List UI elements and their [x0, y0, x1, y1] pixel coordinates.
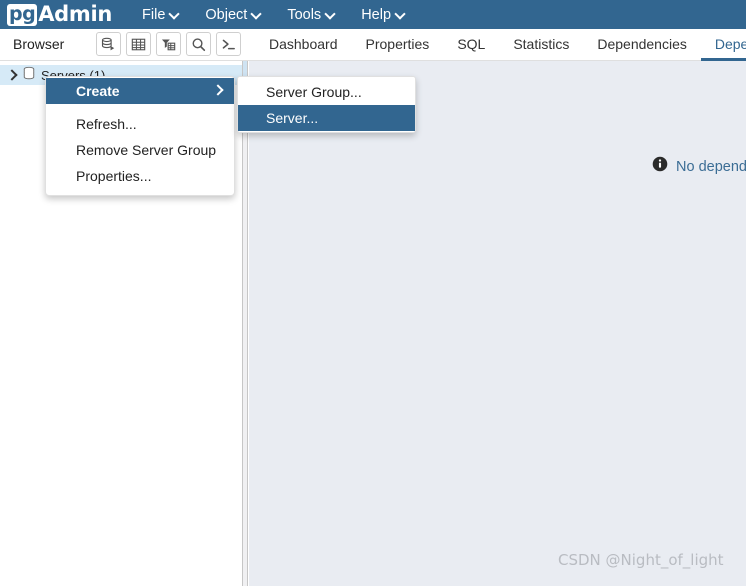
filter-table-icon: [161, 37, 176, 52]
browser-toolbar: [96, 32, 241, 56]
tab-dashboard[interactable]: Dashboard: [255, 29, 352, 61]
submenu-item-server-group-label: Server Group...: [266, 84, 362, 100]
tab-sql[interactable]: SQL: [443, 29, 499, 61]
search-icon: [191, 37, 206, 52]
query-terminal-icon: [221, 37, 236, 52]
search-button[interactable]: [186, 32, 211, 56]
server-group-icon: [22, 66, 36, 85]
menu-bar: pg Admin File Object Tools Help: [0, 0, 746, 29]
info-icon: [652, 156, 668, 177]
pgadmin-logo: pg Admin: [7, 3, 112, 26]
context-menu-item-refresh-label: Refresh...: [76, 116, 137, 132]
query-terminal-button[interactable]: [216, 32, 241, 56]
dependents-panel: No dependents CSDN @Night_of_light: [249, 61, 746, 586]
menu-file-label: File: [142, 6, 166, 23]
menu-file[interactable]: File: [134, 3, 187, 27]
menu-tools[interactable]: Tools: [279, 3, 343, 27]
object-explorer-icon: [101, 37, 116, 52]
context-menu: Create Refresh... Remove Server Group Pr…: [45, 76, 235, 196]
submenu-item-server-label: Server...: [266, 110, 319, 126]
context-menu-item-remove-server-group[interactable]: Remove Server Group: [46, 137, 234, 163]
content-tabs: Dashboard Properties SQL Statistics Depe…: [255, 29, 746, 61]
tab-dashboard-label: Dashboard: [269, 35, 338, 52]
browser-panel-title: Browser: [13, 36, 65, 52]
create-submenu: Server Group... Server...: [237, 76, 416, 133]
chevron-down-icon: [396, 9, 405, 18]
menu-help[interactable]: Help: [353, 3, 413, 27]
browser-toolbar-row: Browser Dashboard Properties SQL Statist…: [0, 29, 746, 61]
context-menu-separator: [46, 104, 234, 111]
pgadmin-window: pg Admin File Object Tools Help Browser: [0, 0, 746, 586]
grid-table-button[interactable]: [126, 32, 151, 56]
logo-pg-mark: pg: [7, 2, 38, 26]
watermark-text: CSDN @Night_of_light: [558, 551, 724, 569]
submenu-item-server[interactable]: Server...: [238, 105, 415, 131]
tab-dependents[interactable]: Dependents: [700, 29, 746, 61]
tab-statistics[interactable]: Statistics: [499, 29, 583, 61]
submenu-item-server-group[interactable]: Server Group...: [238, 79, 415, 105]
context-menu-item-create[interactable]: Create: [46, 78, 234, 104]
tab-properties-label: Properties: [365, 35, 430, 52]
menu-object-label: Object: [205, 6, 248, 23]
no-dependents-message: No dependents: [652, 156, 746, 177]
context-menu-item-properties-label: Properties...: [76, 168, 152, 184]
tab-statistics-label: Statistics: [513, 35, 570, 52]
tab-dependencies[interactable]: Dependencies: [583, 29, 701, 61]
chevron-down-icon: [326, 9, 335, 18]
chevron-right-icon[interactable]: [6, 69, 18, 81]
chevron-down-icon: [170, 9, 179, 18]
tab-properties[interactable]: Properties: [352, 29, 444, 61]
context-menu-item-refresh[interactable]: Refresh...: [46, 111, 234, 137]
tab-dependents-label: Dependents: [714, 35, 746, 52]
tab-sql-label: SQL: [457, 35, 486, 52]
context-menu-item-properties[interactable]: Properties...: [46, 163, 234, 189]
menu-help-label: Help: [361, 6, 392, 23]
menu-object[interactable]: Object: [197, 3, 269, 27]
chevron-right-icon: [214, 86, 223, 95]
context-menu-item-create-label: Create: [76, 83, 120, 99]
chevron-down-icon: [252, 9, 261, 18]
grid-table-icon: [131, 37, 146, 52]
object-explorer-button[interactable]: [96, 32, 121, 56]
menu-tools-label: Tools: [287, 6, 322, 23]
logo-admin-text: Admin: [38, 2, 113, 26]
filter-table-button[interactable]: [156, 32, 181, 56]
tab-dependencies-label: Dependencies: [597, 35, 687, 52]
panel-splitter[interactable]: [243, 61, 248, 586]
context-menu-item-remove-server-group-label: Remove Server Group: [76, 142, 217, 158]
no-dependents-text: No dependents: [676, 158, 746, 175]
